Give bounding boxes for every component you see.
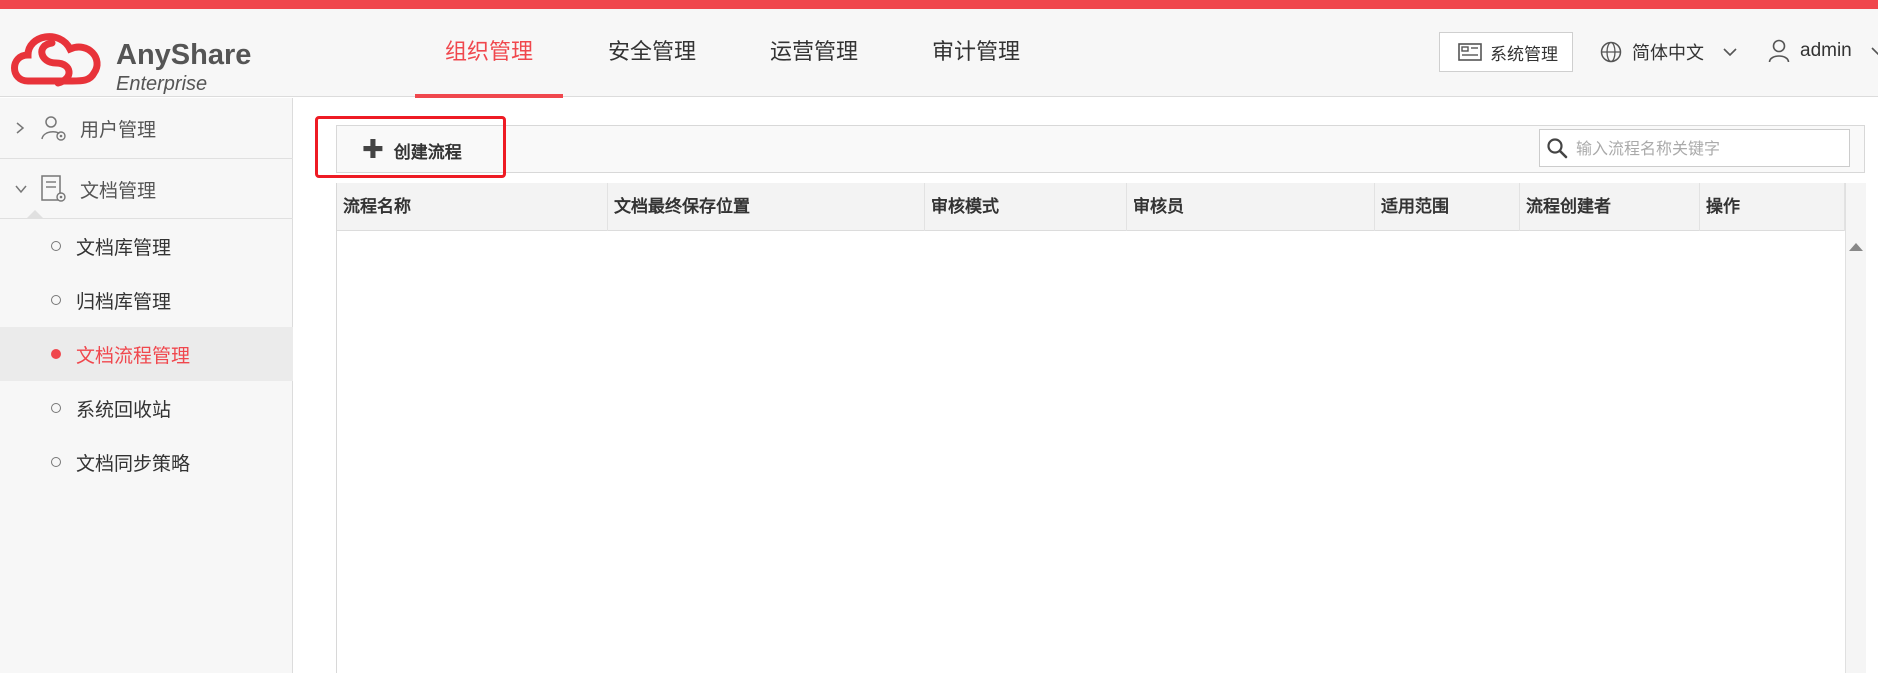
search-input[interactable] xyxy=(1576,138,1826,158)
column-header[interactable]: 审核模式 xyxy=(925,183,1127,231)
logo: AnyShare Enterprise xyxy=(8,21,252,95)
user-menu[interactable]: admin xyxy=(1768,39,1878,63)
annotation-highlight-box xyxy=(315,116,506,178)
user-icon xyxy=(1768,39,1790,63)
tab-audit-management[interactable]: 审计管理 xyxy=(914,9,1038,97)
sidebar-item-label: 文档库管理 xyxy=(76,236,172,259)
search-icon xyxy=(1547,138,1568,159)
tab-label: 组织管理 xyxy=(444,40,533,65)
sidebar-item-document-library[interactable]: 文档库管理 xyxy=(0,219,293,273)
sidebar-item-label: 文档同步策略 xyxy=(76,452,191,475)
sidebar-item-label: 文档流程管理 xyxy=(76,344,191,367)
system-management-button[interactable]: 系统管理 xyxy=(1439,32,1573,72)
system-panel-icon xyxy=(1458,43,1482,61)
expanded-caret xyxy=(26,210,44,219)
search-box[interactable] xyxy=(1539,129,1850,167)
column-header[interactable]: 审核员 xyxy=(1127,183,1375,231)
column-header[interactable]: 适用范围 xyxy=(1375,183,1520,231)
bullet-icon xyxy=(51,403,61,413)
bullet-icon xyxy=(51,457,61,467)
column-header[interactable]: 文档最终保存位置 xyxy=(608,183,925,231)
active-tab-indicator xyxy=(415,94,563,98)
tab-operations-management[interactable]: 运营管理 xyxy=(752,9,876,97)
workflow-table: 流程名称 文档最终保存位置 审核模式 审核员 适用范围 流程创建者 操作 xyxy=(336,183,1866,673)
column-header[interactable]: 操作 xyxy=(1700,183,1845,231)
tab-label: 安全管理 xyxy=(607,40,696,65)
bullet-icon xyxy=(51,295,61,305)
username: admin xyxy=(1800,40,1852,61)
tab-security-management[interactable]: 安全管理 xyxy=(590,9,714,97)
anyshare-logo-icon xyxy=(11,33,101,87)
chevron-down-icon xyxy=(15,185,27,194)
chevron-down-icon xyxy=(1723,48,1737,57)
tab-org-management[interactable]: 组织管理 xyxy=(415,9,563,98)
user-gear-icon xyxy=(41,116,66,141)
top-accent-bar xyxy=(0,0,1878,9)
tab-label: 审计管理 xyxy=(931,40,1020,65)
header: AnyShare Enterprise 组织管理 安全管理 运营管理 审计管理 … xyxy=(0,9,1878,98)
sidebar-group-users[interactable]: 用户管理 xyxy=(0,98,293,158)
globe-icon xyxy=(1600,41,1622,63)
sidebar-group-label: 用户管理 xyxy=(80,118,157,141)
sidebar-group-label: 文档管理 xyxy=(80,179,157,202)
column-header[interactable]: 流程创建者 xyxy=(1520,183,1700,231)
table-header: 流程名称 文档最终保存位置 审核模式 审核员 适用范围 流程创建者 操作 xyxy=(337,183,1845,231)
language-label: 简体中文 xyxy=(1632,43,1704,64)
chevron-down-icon xyxy=(1871,47,1878,56)
sidebar-item-label: 系统回收站 xyxy=(76,398,172,421)
brand-edition: Enterprise xyxy=(116,73,208,95)
sidebar-item-sync-policy[interactable]: 文档同步策略 xyxy=(0,435,293,489)
bullet-icon xyxy=(51,241,61,251)
column-header[interactable]: 流程名称 xyxy=(337,183,608,231)
scroll-up-arrow-icon[interactable] xyxy=(1849,243,1863,251)
bullet-icon xyxy=(51,349,61,359)
sidebar-item-archive-library[interactable]: 归档库管理 xyxy=(0,273,293,327)
sidebar: 用户管理 文档管理 文档库管理 归档库管理 文档流程管理 系统回收站 文档同步策… xyxy=(0,98,293,673)
system-management-label: 系统管理 xyxy=(1490,44,1558,65)
document-gear-icon xyxy=(41,175,66,202)
chevron-right-icon xyxy=(16,122,25,134)
sidebar-item-document-workflow[interactable]: 文档流程管理 xyxy=(0,327,293,381)
tab-label: 运营管理 xyxy=(769,40,858,65)
brand-name: AnyShare xyxy=(116,39,252,71)
language-selector[interactable]: 简体中文 xyxy=(1600,39,1738,65)
vertical-scrollbar[interactable] xyxy=(1845,183,1866,673)
sidebar-item-recycle-bin[interactable]: 系统回收站 xyxy=(0,381,293,435)
sidebar-item-label: 归档库管理 xyxy=(76,290,172,313)
